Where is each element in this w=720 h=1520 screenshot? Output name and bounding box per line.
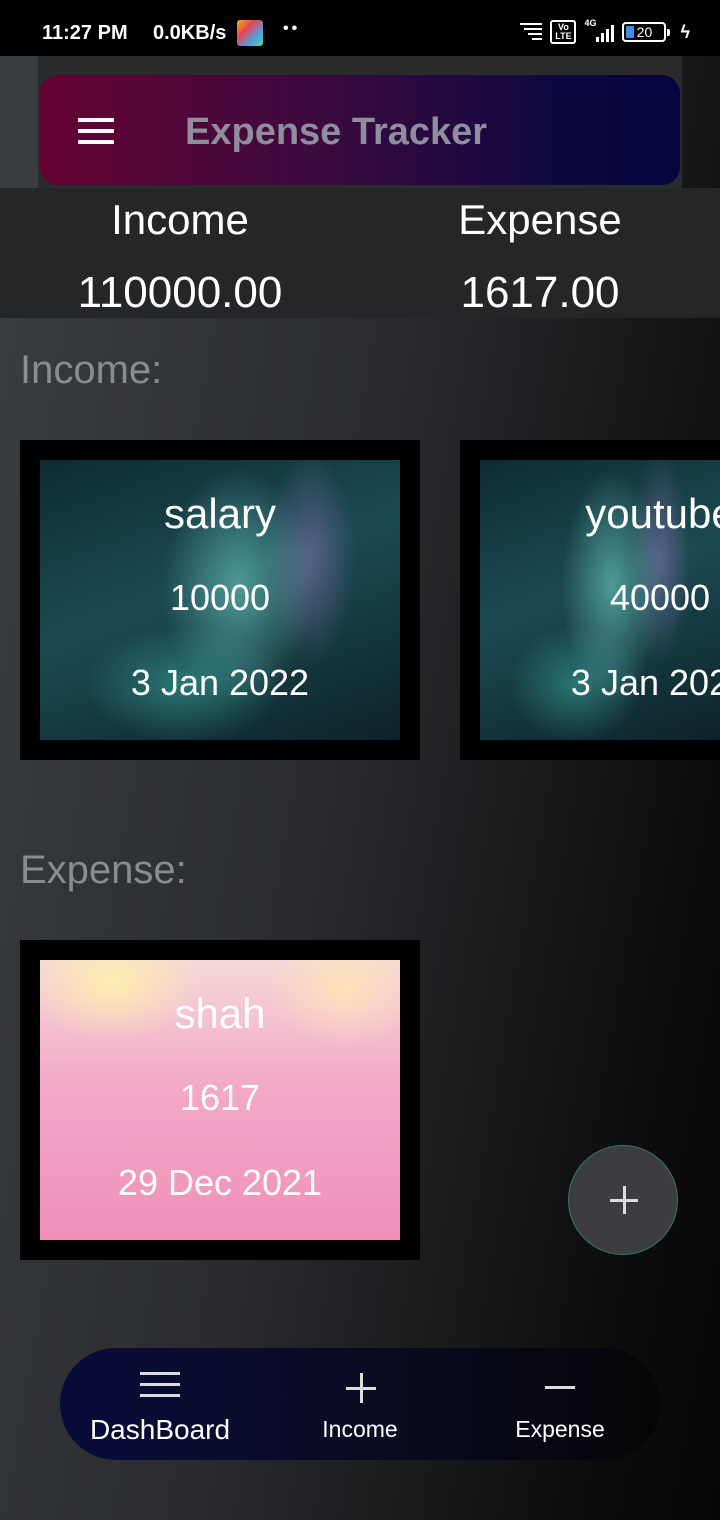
menu-icon <box>140 1372 180 1398</box>
card-date: 29 Dec 2021 <box>117 1162 323 1203</box>
card-amount: 10000 <box>169 577 271 618</box>
status-bar: 11:27 PM 0.0KB/s •• Vo LTE 4G 20 ϟ <box>0 0 720 56</box>
card-amount: 40000 <box>609 577 711 618</box>
data-saver-icon <box>518 22 543 42</box>
balance-summary: Income 110000.00 Expense 1617.00 <box>0 188 720 318</box>
page-title: Expense Tracker <box>185 111 488 153</box>
income-total-label: Income <box>111 196 249 243</box>
card-background-image: youtube 40000 3 Jan 2022 <box>480 460 720 740</box>
add-transaction-button[interactable] <box>568 1145 678 1255</box>
menu-icon[interactable] <box>78 118 114 144</box>
income-card[interactable]: youtube 40000 3 Jan 2022 <box>460 440 720 760</box>
nav-label: DashBoard <box>89 1414 231 1445</box>
card-date: 3 Jan 2022 <box>130 662 310 703</box>
card-background-image: salary 10000 3 Jan 2022 <box>40 460 400 740</box>
nav-expense[interactable]: Expense <box>460 1348 660 1460</box>
network-type-label: 4G <box>584 18 597 28</box>
signal-icon: 4G <box>584 18 615 42</box>
expense-total-label: Expense <box>458 196 622 243</box>
expense-card[interactable]: shah 1617 29 Dec 2021 <box>20 940 420 1260</box>
minus-icon <box>545 1386 575 1389</box>
nav-income[interactable]: Income <box>260 1348 460 1460</box>
card-name: salary <box>163 490 277 537</box>
bottom-navigation: DashBoard Income Expense <box>60 1348 660 1460</box>
charging-icon: ϟ <box>680 21 690 42</box>
card-amount: 1617 <box>179 1077 261 1118</box>
card-date: 3 Jan 2022 <box>570 662 720 703</box>
nav-dashboard[interactable]: DashBoard <box>60 1348 260 1460</box>
nav-label: Income <box>322 1416 398 1442</box>
more-notifications-icon: •• <box>283 20 301 37</box>
income-section-title: Income: <box>20 348 163 392</box>
card-name: youtube <box>585 490 720 537</box>
expense-section-title: Expense: <box>20 848 187 892</box>
app-header: Expense Tracker <box>40 75 680 185</box>
expense-total-value: 1617.00 <box>460 268 620 317</box>
app-notification-icon <box>237 20 263 46</box>
nav-label: Expense <box>515 1416 605 1442</box>
card-background-image: shah 1617 29 Dec 2021 <box>40 960 400 1240</box>
income-total-value: 110000.00 <box>77 268 283 317</box>
battery-icon: 20 <box>622 22 671 42</box>
plus-icon <box>346 1373 376 1403</box>
status-time: 11:27 PM <box>42 22 128 44</box>
income-card[interactable]: salary 10000 3 Jan 2022 <box>20 440 420 760</box>
battery-level: 20 <box>636 24 653 40</box>
status-network-speed: 0.0KB/s <box>153 22 227 44</box>
card-name: shah <box>174 990 266 1037</box>
volte-icon: Vo LTE <box>550 20 577 44</box>
